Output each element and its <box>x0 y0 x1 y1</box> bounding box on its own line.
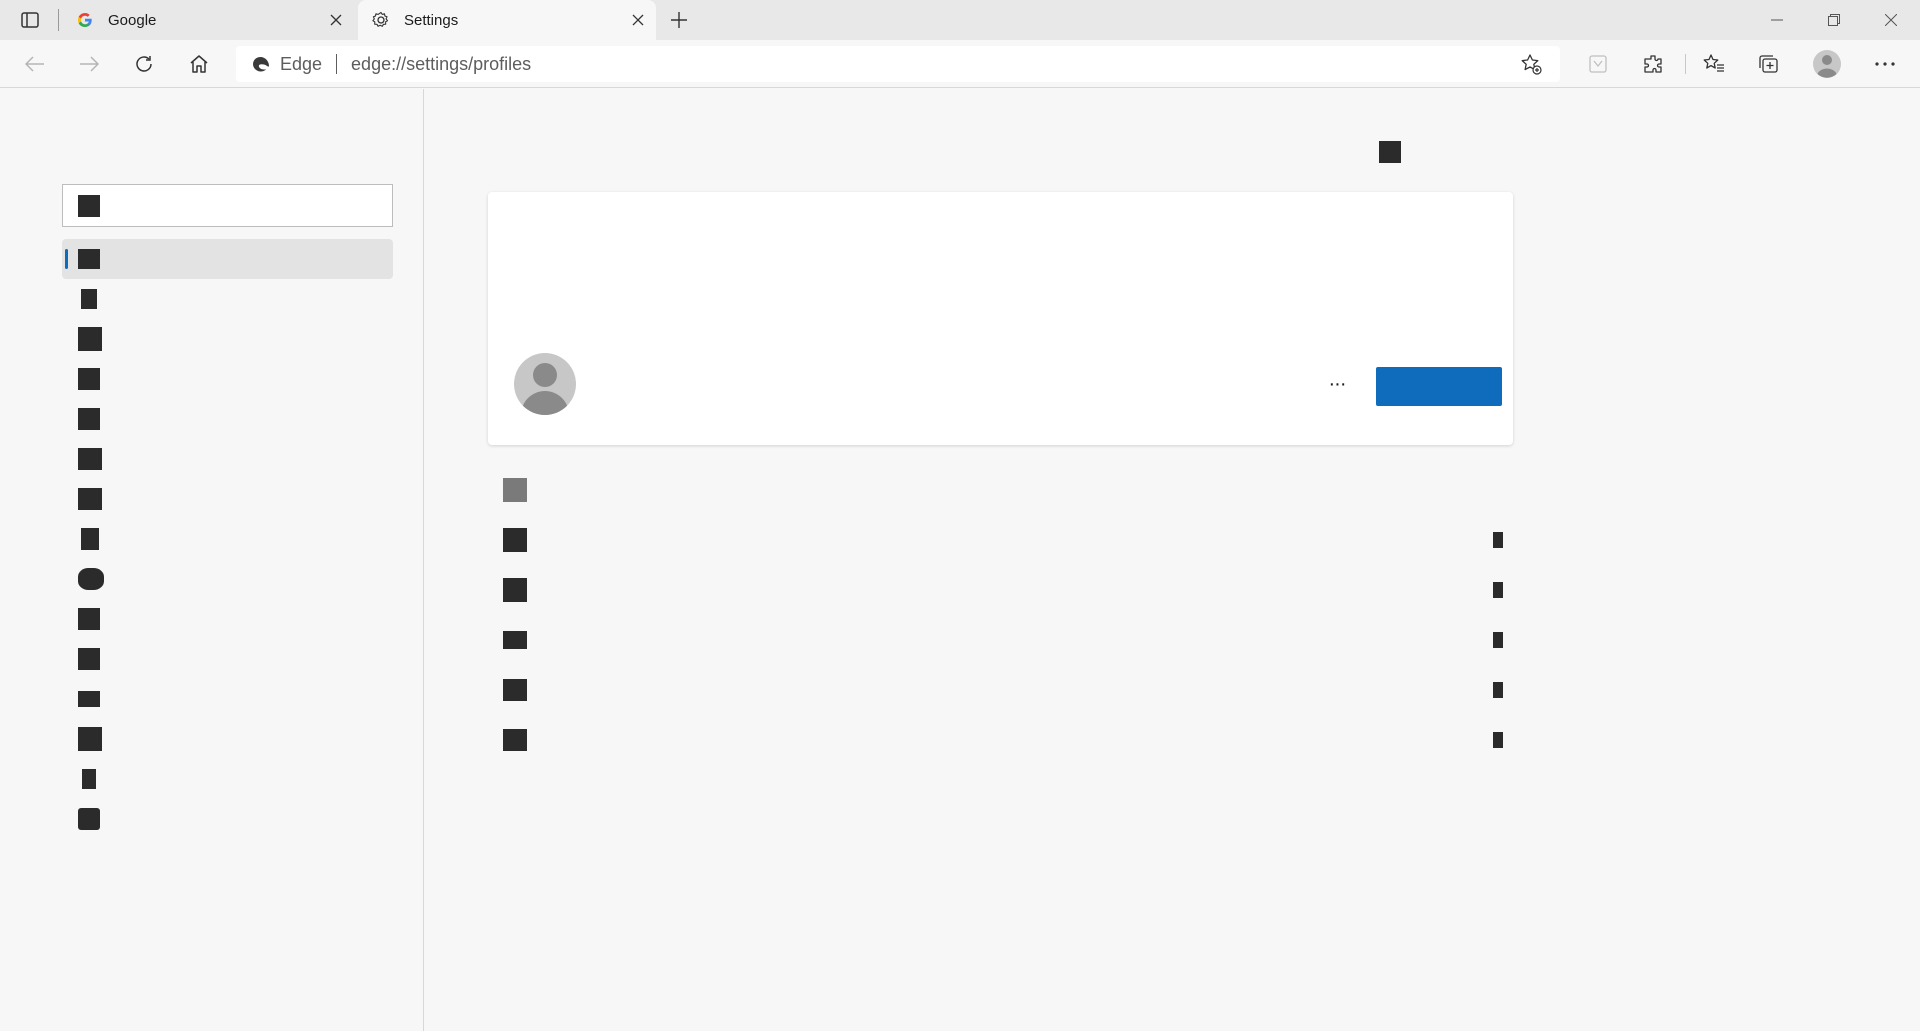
nav-item[interactable] <box>62 639 393 679</box>
profile-more-button[interactable]: ··· <box>1319 370 1355 398</box>
address-bar[interactable]: Edge edge://settings/profiles <box>236 46 1560 82</box>
privacy-icon <box>81 289 97 309</box>
sidebar-icon <box>78 368 100 390</box>
tab-separator <box>58 9 59 31</box>
payment-info-icon <box>503 578 527 602</box>
addresses-icon <box>503 631 527 649</box>
appearance-icon <box>78 327 102 351</box>
browser-toolbar: Edge edge://settings/profiles <box>0 40 1920 88</box>
nav-item[interactable] <box>62 559 393 599</box>
new-tab-plus-icon[interactable] <box>664 5 694 35</box>
import-data-icon <box>503 679 527 701</box>
add-profile-icon[interactable] <box>1379 141 1401 163</box>
nav-item[interactable] <box>62 479 393 519</box>
tab-strip: Google Settings <box>0 0 1920 40</box>
tab-google[interactable]: Google <box>62 0 354 40</box>
nav-item[interactable] <box>62 359 393 399</box>
sign-in-button[interactable] <box>1376 367 1502 406</box>
minimize-icon[interactable] <box>1748 0 1806 40</box>
nav-item[interactable] <box>62 279 393 319</box>
forward-arrow-icon[interactable] <box>72 48 106 80</box>
avatar-body-shape <box>521 391 569 415</box>
nav-item[interactable] <box>62 519 393 559</box>
edge-logo-icon <box>250 53 272 75</box>
settings-row[interactable] <box>503 515 1503 565</box>
tab-actions-icon[interactable] <box>18 9 42 31</box>
profile-settings-list <box>503 465 1503 765</box>
url-text[interactable]: edge://settings/profiles <box>351 54 1516 75</box>
settings-sidebar <box>0 89 424 1031</box>
downloads-icon <box>81 528 99 550</box>
settings-row[interactable] <box>503 715 1503 765</box>
nav-item[interactable] <box>62 319 393 359</box>
family-icon <box>78 568 104 590</box>
settings-row[interactable] <box>503 615 1503 665</box>
chevron-right-icon <box>1493 532 1503 548</box>
close-icon[interactable] <box>322 6 350 34</box>
google-g-icon <box>76 11 94 29</box>
avatar-head-shape <box>533 363 557 387</box>
nav-item[interactable] <box>62 719 393 759</box>
read-aloud-icon[interactable] <box>1581 48 1615 80</box>
system-icon <box>78 691 100 707</box>
restore-icon[interactable] <box>1805 0 1863 40</box>
search-input[interactable] <box>108 185 392 226</box>
printer-icon <box>78 648 100 670</box>
address-divider <box>336 54 338 74</box>
search-icon <box>78 194 100 217</box>
profile-avatar <box>514 353 576 415</box>
toolbar-separator <box>1685 54 1686 74</box>
gear-icon <box>372 11 390 29</box>
home-icon[interactable] <box>182 48 216 80</box>
collections-icon[interactable] <box>1752 48 1786 80</box>
profile-preferences-icon <box>503 729 527 751</box>
reset-icon <box>78 727 102 751</box>
nav-item[interactable] <box>62 799 393 839</box>
settings-nav <box>62 239 393 839</box>
nav-item[interactable] <box>62 679 393 719</box>
settings-row[interactable] <box>503 665 1503 715</box>
profile-avatar-icon[interactable] <box>1810 48 1844 80</box>
passwords-icon <box>503 528 527 552</box>
nav-item[interactable] <box>62 759 393 799</box>
tab-title: Settings <box>404 11 459 29</box>
tab-settings[interactable]: Settings <box>358 0 656 40</box>
refresh-icon[interactable] <box>127 48 161 80</box>
site-label: Edge <box>280 53 323 74</box>
chevron-right-icon <box>1493 682 1503 698</box>
settings-row[interactable] <box>503 465 1503 515</box>
chevron-right-icon <box>1493 632 1503 648</box>
back-arrow-icon[interactable] <box>18 48 52 80</box>
add-favorite-star-icon[interactable] <box>1516 49 1546 79</box>
settings-search-box[interactable] <box>62 184 393 227</box>
chevron-right-icon <box>1493 582 1503 598</box>
tab-title: Google <box>108 11 157 29</box>
start-page-icon <box>78 408 100 430</box>
chevron-right-icon <box>1493 732 1503 748</box>
nav-item-profiles[interactable] <box>62 239 393 279</box>
nav-item[interactable] <box>62 599 393 639</box>
nav-item[interactable] <box>62 439 393 479</box>
cookies-icon <box>78 488 102 510</box>
profiles-icon <box>78 249 100 269</box>
close-icon[interactable] <box>624 6 652 34</box>
settings-row[interactable] <box>503 565 1503 615</box>
more-options-ellipsis-icon[interactable] <box>1868 48 1902 80</box>
phone-icon <box>82 769 96 789</box>
profile-card: ··· <box>488 192 1513 445</box>
share-icon <box>78 448 102 470</box>
window-close-icon[interactable] <box>1862 0 1920 40</box>
nav-item[interactable] <box>62 399 393 439</box>
sync-icon <box>503 478 527 502</box>
extensions-puzzle-icon[interactable] <box>1636 48 1670 80</box>
language-icon <box>78 608 100 630</box>
settings-content: ··· <box>425 89 1920 1031</box>
about-edge-icon <box>78 808 100 830</box>
favorites-icon[interactable] <box>1697 48 1731 80</box>
